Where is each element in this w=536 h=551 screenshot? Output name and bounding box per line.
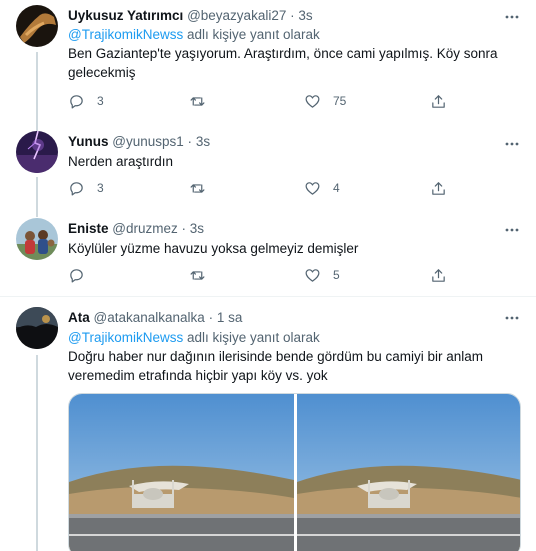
share-icon <box>432 94 445 108</box>
media-photo[interactable] <box>297 394 521 551</box>
reply-context: @TrajikomikNewss adlı kişiye yanıt olara… <box>68 329 320 347</box>
media-photo[interactable] <box>69 394 294 551</box>
retweet-icon <box>190 96 205 106</box>
display-name[interactable]: Yunus <box>68 134 109 149</box>
tweet[interactable]: Yunus @yunusps1 · 3s Nerden araştırdın 3… <box>0 125 536 217</box>
timestamp[interactable]: 3s <box>190 221 204 236</box>
more-icon[interactable] <box>502 135 522 153</box>
share-icon <box>432 181 445 195</box>
reply-button[interactable] <box>68 265 97 285</box>
like-button[interactable]: 75 <box>304 91 346 111</box>
retweet-icon <box>190 270 205 280</box>
retweet-button[interactable] <box>189 265 218 285</box>
tweet-media[interactable] <box>68 393 521 551</box>
like-button[interactable]: 5 <box>304 265 340 285</box>
share-button[interactable] <box>430 265 447 285</box>
like-icon <box>305 181 320 195</box>
reply-count: 3 <box>97 181 104 195</box>
thread-line <box>36 125 38 129</box>
thread-line <box>36 52 38 132</box>
avatar[interactable] <box>16 131 58 173</box>
avatar[interactable] <box>16 307 58 349</box>
more-icon[interactable] <box>502 8 522 26</box>
tweet-text: Nerden araştırdın <box>68 154 174 169</box>
retweet-button[interactable] <box>189 91 218 111</box>
like-count: 75 <box>333 94 347 108</box>
tweet-actions: 3 4 <box>68 178 458 198</box>
reply-button[interactable]: 3 <box>68 91 104 111</box>
like-button[interactable]: 4 <box>304 178 340 198</box>
tweet-text: Doğru haber nur dağının ilerisinde bende… <box>68 349 483 383</box>
tweet-header: Uykusuz Yatırımcı @beyazyakali27 · 3s <box>68 7 313 25</box>
reply-mention-link[interactable]: @TrajikomikNewss <box>68 27 183 42</box>
separator-dot: · <box>208 310 214 325</box>
timestamp[interactable]: 3s <box>196 134 210 149</box>
like-count: 5 <box>333 268 340 282</box>
display-name[interactable]: Uykusuz Yatırımcı <box>68 8 183 23</box>
timestamp[interactable]: 1 sa <box>217 310 243 325</box>
tweet[interactable]: Eniste @druzmez · 3s Köylüler yüzme havu… <box>0 210 536 296</box>
tweet-header: Eniste @druzmez · 3s <box>68 220 204 238</box>
reply-icon <box>70 94 83 108</box>
like-icon <box>305 268 320 282</box>
reply-icon <box>70 181 83 195</box>
tweet[interactable]: Uykusuz Yatırımcı @beyazyakali27 · 3s @T… <box>0 0 536 132</box>
share-button[interactable] <box>430 91 447 111</box>
share-icon <box>432 268 445 282</box>
reply-context: @TrajikomikNewss adlı kişiye yanıt olara… <box>68 26 320 44</box>
tweet-text: Köylüler yüzme havuzu yoksa gelmeyiz dem… <box>68 241 359 256</box>
separator-dot: · <box>181 221 187 236</box>
username[interactable]: @atakanalkanalka <box>94 310 205 325</box>
more-icon[interactable] <box>502 221 522 239</box>
separator-dot: · <box>290 8 295 23</box>
reply-mention-link[interactable]: @TrajikomikNewss <box>68 330 183 345</box>
thread-line <box>36 210 38 214</box>
like-icon <box>305 94 320 108</box>
retweet-icon <box>190 183 205 193</box>
tweet-text: Ben Gaziantep'te yaşıyorum. Araştırdım, … <box>68 46 498 80</box>
tweet-actions: 3 75 <box>68 91 458 111</box>
tweet-actions: 5 <box>68 265 458 285</box>
share-button[interactable] <box>430 178 447 198</box>
tweet-header: Yunus @yunusps1 · 3s <box>68 133 210 151</box>
username[interactable]: @yunusps1 <box>112 134 184 149</box>
username[interactable]: @druzmez <box>112 221 177 236</box>
reply-icon <box>70 268 83 282</box>
like-count: 4 <box>333 181 340 195</box>
thread-line <box>36 355 38 551</box>
reply-count: 3 <box>97 94 104 108</box>
username[interactable]: @beyazyakali27 <box>187 8 286 23</box>
avatar[interactable] <box>16 218 58 260</box>
reply-context-label: adlı kişiye yanıt olarak <box>183 330 320 345</box>
reply-context-label: adlı kişiye yanıt olarak <box>183 27 320 42</box>
timestamp[interactable]: 3s <box>298 8 312 23</box>
display-name[interactable]: Ata <box>68 310 90 325</box>
separator-dot: · <box>187 134 193 149</box>
more-icon[interactable] <box>502 309 522 327</box>
avatar[interactable] <box>16 5 58 47</box>
retweet-button[interactable] <box>189 178 218 198</box>
display-name[interactable]: Eniste <box>68 221 109 236</box>
tweet-header: Ata @atakanalkanalka · 1 sa <box>68 309 242 327</box>
reply-button[interactable]: 3 <box>68 178 104 198</box>
